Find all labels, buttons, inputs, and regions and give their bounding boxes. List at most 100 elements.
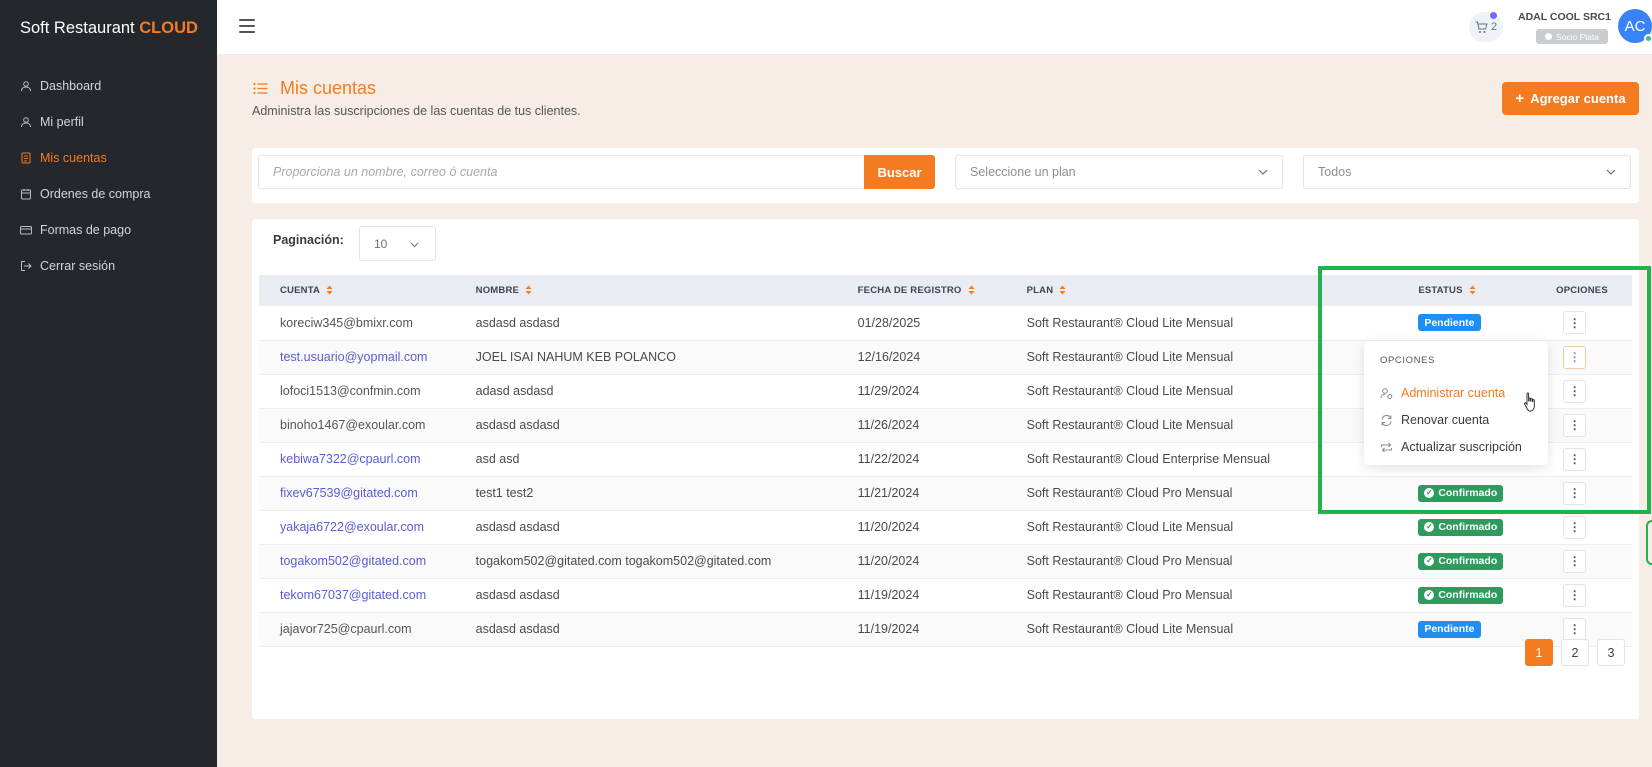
more-vertical-icon: ⋮ [1568, 554, 1581, 568]
row-options-button[interactable]: ⋮ [1563, 311, 1587, 335]
more-vertical-icon: ⋮ [1568, 350, 1581, 364]
cell-cuenta[interactable]: kebiwa7322@cpaurl.com [259, 442, 476, 476]
plan-select-value: Seleccione un plan [970, 165, 1076, 179]
accounts-table-card: Paginación: 10 CUENTA NOMBRE FECHA DE RE… [252, 219, 1639, 719]
plan-select[interactable]: Seleccione un plan [955, 155, 1283, 189]
menu-item-label: Renovar cuenta [1401, 413, 1490, 427]
more-vertical-icon: ⋮ [1568, 486, 1581, 500]
cart-button[interactable]: 2 [1469, 12, 1503, 42]
sort-icon [968, 285, 975, 295]
online-status-dot [1644, 34, 1652, 43]
menu-item-actualizar-suscripcion[interactable]: Actualizar suscripción [1380, 437, 1522, 457]
row-options-button[interactable]: ⋮ [1563, 447, 1587, 471]
hamburger-menu-icon[interactable] [239, 19, 255, 33]
row-options-button[interactable]: ⋮ [1563, 345, 1587, 369]
sidebar-item-cerrar-sesion[interactable]: Cerrar sesión [0, 248, 217, 284]
status-select[interactable]: Todos [1303, 155, 1631, 189]
search-button[interactable]: Buscar [864, 155, 935, 189]
column-header-plan[interactable]: PLAN [1027, 275, 1330, 306]
status-badge-label: Confirmado [1438, 521, 1498, 534]
cell-nombre: test1 test2 [475, 486, 534, 500]
notification-dot [1490, 12, 1497, 19]
status-badge: ✓ Confirmado [1418, 518, 1504, 536]
sidebar-item-mis-cuentas[interactable]: Mis cuentas [0, 140, 217, 176]
topbar: 2 ADAL COOL SRC1 Socio Plata AC [217, 0, 1652, 55]
row-options-button[interactable]: ⋮ [1563, 379, 1587, 403]
cell-nombre: asdasd asdasd [475, 588, 560, 602]
cell-opciones: ⋮ [1556, 340, 1632, 374]
cell-cuenta[interactable]: tekom67037@gitated.com [259, 578, 476, 612]
page-title: Mis cuentas [280, 78, 377, 98]
user-tier-label: Socio Plata [1556, 31, 1599, 42]
page-size-value: 10 [374, 236, 388, 251]
more-vertical-icon: ⋮ [1568, 384, 1581, 398]
cell-opciones: ⋮ [1556, 476, 1632, 510]
sidebar-item-formas-de-pago[interactable]: Formas de pago [0, 212, 217, 248]
cell-opciones: ⋮ [1556, 510, 1632, 544]
table-row: fixev67539@gitated.com test1 test2 11/21… [259, 476, 1632, 510]
cell-estatus: ✓ Confirmado [1329, 544, 1556, 578]
avatar[interactable]: AC [1618, 9, 1652, 43]
sidebar-item-label: Mi perfil [40, 115, 84, 129]
page-button-1[interactable]: 1 [1525, 639, 1553, 666]
menu-item-label: Administrar cuenta [1401, 386, 1506, 400]
cell-cuenta[interactable]: yakaja6722@exoular.com [259, 510, 476, 544]
cell-cuenta: binoho1467@exoular.com [280, 418, 426, 432]
row-options-button[interactable]: ⋮ [1563, 515, 1587, 539]
search-input[interactable] [258, 155, 864, 189]
column-header-label: FECHA DE REGISTRO [857, 285, 962, 296]
credit-card-icon [20, 224, 32, 236]
cell-cuenta[interactable]: test.usuario@yopmail.com [259, 340, 476, 374]
add-account-button[interactable]: + Agregar cuenta [1502, 82, 1639, 115]
page-button-2[interactable]: 2 [1561, 639, 1589, 666]
sidebar-item-label: Mis cuentas [40, 151, 107, 165]
sidebar-item-mi-perfil[interactable]: Mi perfil [0, 104, 217, 140]
user-icon [20, 80, 32, 92]
cell-cuenta: lofoci1513@confmin.com [280, 384, 421, 398]
row-options-button[interactable]: ⋮ [1563, 413, 1587, 437]
cell-cuenta: jajavor725@cpaurl.com [280, 622, 412, 636]
cell-nombre: asdasd asdasd [475, 418, 560, 432]
check-circle-icon: ✓ [1424, 590, 1435, 601]
page-size-select[interactable]: 10 [359, 226, 436, 261]
column-header-nombre[interactable]: NOMBRE [476, 275, 858, 306]
sidebar-item-dashboard[interactable]: Dashboard [0, 68, 217, 104]
brand-logo[interactable]: Soft Restaurant CLOUD [20, 19, 198, 38]
menu-item-administrar-cuenta[interactable]: Administrar cuenta [1380, 383, 1505, 403]
sort-icon [326, 285, 333, 295]
cell-fecha: 12/16/2024 [857, 350, 921, 364]
row-options-button[interactable]: ⋮ [1563, 481, 1587, 505]
column-header-estatus[interactable]: ESTATUS [1329, 275, 1556, 306]
row-options-button[interactable]: ⋮ [1563, 549, 1587, 573]
cell-plan: Soft Restaurant® Cloud Lite Mensual [1026, 418, 1234, 432]
status-select-value: Todos [1318, 165, 1352, 179]
sidebar-item-label: Ordenes de compra [40, 187, 151, 201]
column-header-fecha[interactable]: FECHA DE REGISTRO [858, 275, 1027, 306]
cell-opciones: ⋮ [1556, 306, 1632, 340]
cell-cuenta[interactable]: togakom502@gitated.com [259, 544, 476, 578]
row-options-dropdown: OPCIONES Administrar cuenta Renovar cuen… [1364, 341, 1548, 465]
status-badge-label: Confirmado [1438, 589, 1498, 602]
calendar-icon [20, 188, 32, 200]
chevron-down-icon [1258, 169, 1268, 175]
page-button-3[interactable]: 3 [1597, 639, 1625, 666]
row-options-button[interactable]: ⋮ [1563, 617, 1587, 641]
column-header-cuenta[interactable]: CUENTA [259, 275, 476, 306]
sidebar-item-ordenes-de-compra[interactable]: Ordenes de compra [0, 176, 217, 212]
more-vertical-icon: ⋮ [1568, 452, 1581, 466]
column-header-label: ESTATUS [1418, 285, 1463, 296]
repeat-icon [1380, 441, 1393, 454]
status-badge: ✓ Confirmado [1418, 484, 1504, 502]
page-subtitle: Administra las suscripciones de las cuen… [252, 104, 581, 118]
brand-accent: CLOUD [139, 19, 198, 37]
table-row: yakaja6722@exoular.com asdasd asdasd 11/… [259, 510, 1632, 544]
cell-estatus: ✓ Confirmado [1329, 476, 1556, 510]
sidebar-nav: Dashboard Mi perfil Mis cuentas Ordenes … [0, 68, 217, 284]
cell-cuenta[interactable]: fixev67539@gitated.com [259, 476, 476, 510]
row-options-button[interactable]: ⋮ [1563, 583, 1587, 607]
status-badge: Pendiente [1418, 620, 1481, 638]
check-circle-icon: ✓ [1424, 556, 1435, 567]
cell-plan: Soft Restaurant® Cloud Lite Mensual [1026, 350, 1234, 364]
user-settings-icon [1380, 387, 1393, 400]
menu-item-renovar-cuenta[interactable]: Renovar cuenta [1380, 410, 1489, 430]
